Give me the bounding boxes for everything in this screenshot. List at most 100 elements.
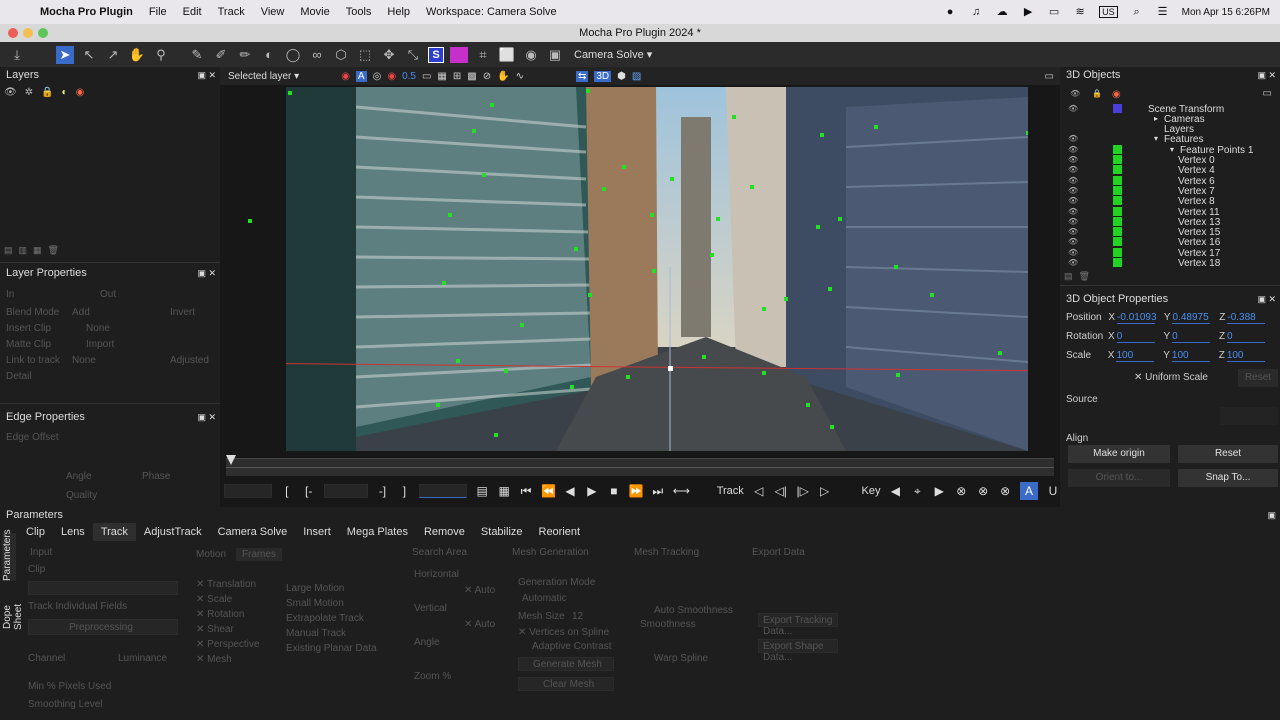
- layer-outline-icon[interactable]: ◎: [373, 71, 382, 82]
- timeline-ruler[interactable]: [226, 455, 1054, 476]
- tab-adjusttrack[interactable]: AdjustTrack: [136, 523, 210, 541]
- transform-icon[interactable]: ⬚: [356, 46, 374, 64]
- play-back-icon[interactable]: ◀: [563, 484, 577, 498]
- curve-icon[interactable]: ∿: [516, 71, 524, 82]
- panel-close-icon[interactable]: ▣ ✕: [1257, 67, 1276, 83]
- orient-to-button[interactable]: Orient to...: [1068, 469, 1170, 487]
- input-source-badge[interactable]: US: [1099, 6, 1118, 18]
- pan-icon[interactable]: ✋: [497, 71, 509, 82]
- uniform-scale-checkbox[interactable]: ✕ Uniform Scale: [1134, 372, 1208, 383]
- motion-checkbox[interactable]: ✕ Rotation: [196, 609, 244, 620]
- matte-icon[interactable]: ◉: [387, 71, 396, 82]
- track-forward-step-icon[interactable]: |▷: [796, 484, 810, 498]
- surface-s-icon[interactable]: S: [428, 46, 444, 63]
- control-center-icon[interactable]: ☰: [1156, 6, 1170, 18]
- auto-vertical-checkbox[interactable]: ✕ Auto: [464, 619, 495, 630]
- cube-icon[interactable]: ⬢: [617, 71, 626, 82]
- track-forward-icon[interactable]: ▷: [818, 484, 832, 498]
- menu-help[interactable]: Help: [387, 6, 410, 18]
- sync-icon[interactable]: ⇆: [575, 70, 589, 82]
- source-field[interactable]: [1220, 407, 1278, 425]
- wifi-icon[interactable]: ≋: [1073, 6, 1087, 18]
- step-back-icon[interactable]: ⏪: [541, 484, 556, 498]
- tree-row-vertex[interactable]: 👁 Vertex 16: [1060, 237, 1280, 248]
- bounding-icon[interactable]: ⬜: [498, 46, 516, 64]
- eye-icon[interactable]: 👁: [1068, 217, 1078, 226]
- feature-point-marker[interactable]: [248, 219, 252, 223]
- position-y-field[interactable]: 0.48975: [1172, 312, 1211, 324]
- tree-row-cameras[interactable]: ▸ Cameras: [1060, 114, 1280, 125]
- tab-track[interactable]: Track: [92, 523, 136, 541]
- search-icon[interactable]: ⌕: [1130, 6, 1144, 18]
- battery-icon[interactable]: ▭: [1047, 6, 1061, 18]
- link-icon[interactable]: ∞: [308, 46, 326, 64]
- color-header-icon[interactable]: ◉: [1112, 89, 1121, 100]
- mesh-size-field[interactable]: 12: [572, 611, 583, 622]
- delete-layer-icon[interactable]: 🗑: [48, 245, 59, 256]
- generation-mode-select[interactable]: Automatic: [522, 593, 566, 604]
- camera-solve-dropdown[interactable]: Camera Solve ▾: [570, 48, 656, 61]
- film-icon[interactable]: ▤: [475, 484, 489, 498]
- export-shape-button[interactable]: Export Shape Data...: [758, 639, 838, 663]
- next-key-icon[interactable]: ▶: [932, 484, 946, 498]
- tree-row-vertex[interactable]: 👁 Vertex 11: [1060, 206, 1280, 218]
- blend-mode-select[interactable]: Add: [72, 307, 90, 318]
- motion-option[interactable]: Small Motion: [286, 598, 344, 609]
- menu-view[interactable]: View: [261, 6, 285, 18]
- select-tool-icon[interactable]: ➤: [56, 45, 74, 64]
- position-z-field[interactable]: -0.388: [1227, 312, 1266, 324]
- opacity-value[interactable]: 0.5: [402, 71, 416, 82]
- tab-mega-plates[interactable]: Mega Plates: [339, 523, 416, 541]
- eye-icon[interactable]: 👁: [1068, 237, 1078, 246]
- palette-icon[interactable]: ◉: [76, 87, 85, 98]
- position-x-field[interactable]: -0.01093: [1117, 312, 1157, 324]
- eye-icon[interactable]: 👁: [1068, 258, 1078, 267]
- zoom-tool-icon[interactable]: ⊘: [483, 71, 491, 82]
- motion-option[interactable]: Manual Track: [286, 628, 346, 639]
- reset-scale-button[interactable]: Reset: [1238, 369, 1278, 387]
- generate-mesh-button[interactable]: Generate Mesh: [518, 657, 614, 671]
- new-layer-icon[interactable]: ▤: [4, 245, 13, 256]
- track-back-step-icon[interactable]: ◁|: [774, 484, 788, 498]
- eye-icon[interactable]: 👁: [4, 87, 17, 98]
- target-icon[interactable]: ◉: [522, 46, 540, 64]
- panel-close-icon[interactable]: ▣: [1267, 507, 1276, 523]
- magnet-icon[interactable]: ◐: [260, 46, 278, 64]
- rotation-z-field[interactable]: 0: [1227, 331, 1266, 343]
- menu-movie[interactable]: Movie: [300, 6, 329, 18]
- add-key-icon[interactable]: ⌖: [910, 484, 924, 499]
- audio-icon[interactable]: ♫: [969, 6, 983, 18]
- frame-in-field[interactable]: [224, 484, 272, 498]
- play-icon[interactable]: ▶: [585, 484, 599, 498]
- tree-row-vertex[interactable]: 👁 Vertex 17: [1060, 247, 1280, 259]
- zoom-icon[interactable]: ⚲: [152, 46, 170, 64]
- mesh-view-icon[interactable]: ▦: [437, 71, 446, 82]
- minimize-window-button[interactable]: [23, 28, 33, 38]
- eye-icon[interactable]: 👁: [1068, 207, 1078, 216]
- warp-spline-checkbox[interactable]: Warp Spline: [654, 653, 708, 664]
- set-out-icon[interactable]: ]: [397, 484, 411, 498]
- viewer-menu-icon[interactable]: ▭: [1045, 71, 1054, 82]
- bezier-icon[interactable]: ✐: [212, 46, 230, 64]
- eye-icon[interactable]: 👁: [1068, 248, 1078, 257]
- circle-icon[interactable]: ◯: [284, 46, 302, 64]
- lock-icon[interactable]: 🔒: [41, 87, 53, 98]
- insert-clip-select[interactable]: None: [86, 323, 110, 334]
- reset-key-icon[interactable]: ⊗: [998, 484, 1012, 498]
- snap-to-button[interactable]: Snap To...: [1178, 469, 1278, 487]
- motion-checkbox[interactable]: ✕ Shear: [196, 624, 234, 635]
- matte-clip-select[interactable]: Import: [86, 339, 114, 350]
- track-back-icon[interactable]: ◁: [752, 484, 766, 498]
- in-point-field[interactable]: [323, 484, 368, 498]
- tree-menu-icon[interactable]: ▭: [1263, 88, 1272, 99]
- frames-tab[interactable]: Frames: [236, 548, 282, 561]
- motion-checkbox[interactable]: ✕ Mesh: [196, 654, 232, 665]
- go-start-icon[interactable]: ⏮: [519, 484, 533, 499]
- move-icon[interactable]: ✥: [380, 46, 398, 64]
- auto-horizontal-checkbox[interactable]: ✕ Auto: [464, 585, 495, 596]
- side-tab-dope-sheet[interactable]: Dope Sheet: [2, 591, 24, 643]
- motion-checkbox[interactable]: ✕ Translation: [196, 579, 256, 590]
- scale-icon[interactable]: ⤡: [404, 46, 422, 64]
- select-point-icon[interactable]: ↖: [80, 46, 98, 64]
- clock[interactable]: Mon Apr 15 6:26PM: [1182, 7, 1270, 18]
